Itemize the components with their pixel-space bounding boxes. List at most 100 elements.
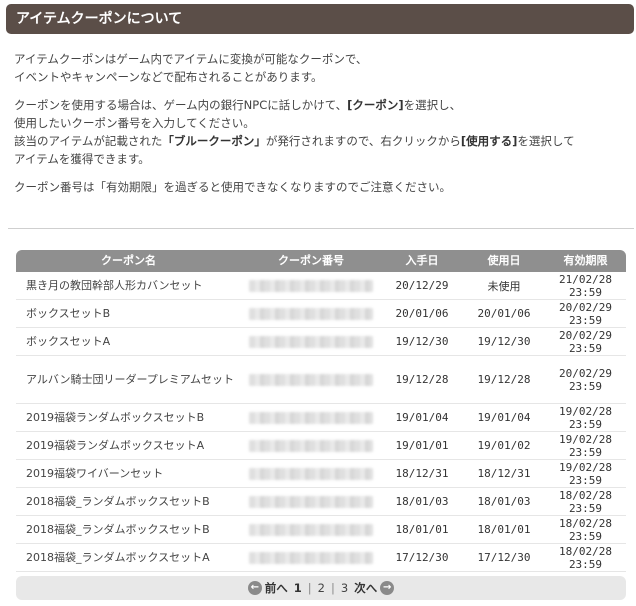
description-paragraph-2: クーポンを使用する場合は、ゲーム内の銀行NPCに話しかけて、[クーポン]を選択し…	[14, 96, 624, 168]
acquired-date-cell: 19/01/04	[395, 411, 449, 424]
description-paragraph-1: アイテムクーポンはゲーム内でアイテムに変換が可能なクーポンで、 イベントやキャン…	[14, 50, 624, 86]
coupon-name-cell: 2018福袋_ランダムボックスセットB	[26, 494, 210, 508]
coupon-number-cell	[241, 495, 381, 508]
page-2-link[interactable]: 2	[318, 581, 325, 595]
coupon-number-cell	[241, 307, 381, 320]
redacted-coupon-number	[249, 467, 373, 480]
table-row: 2019福袋ランダムボックスセットA 19/01/01 19/01/02 19/02/…	[16, 432, 626, 460]
description-text: アイテムを獲得できます。	[14, 152, 150, 166]
page-separator: |	[307, 581, 312, 595]
redacted-coupon-number	[249, 495, 373, 508]
coupon-name-cell: ボックスセットB	[26, 306, 111, 320]
used-date-cell: 19/12/30	[477, 335, 531, 348]
pagination: ← 前へ 1 | 2 | 3 次へ →	[16, 576, 626, 600]
coupon-name-cell: 黒き月の教団幹部人形カバンセット	[26, 278, 203, 292]
used-date-cell: 20/01/06	[477, 307, 531, 320]
redacted-coupon-number	[249, 439, 373, 452]
expiry-cell: 18/02/28 23:59	[559, 516, 612, 543]
acquired-date-cell: 20/12/29	[395, 279, 449, 292]
coupon-number-cell	[241, 335, 381, 348]
acquired-date-cell: 17/12/30	[395, 551, 449, 564]
redacted-coupon-number	[249, 307, 373, 320]
description-text: クーポンを使用する場合は、ゲーム内の銀行NPCに話しかけて、	[14, 98, 348, 112]
acquired-date-cell: 18/12/31	[395, 467, 449, 480]
expiry-cell: 20/02/29 23:59	[559, 328, 612, 355]
coupon-number-cell	[241, 551, 381, 564]
description-text: 該当のアイテムが記載された	[14, 134, 163, 148]
blue-coupon-emphasis: 「ブルークーポン」	[162, 134, 266, 148]
acquired-date-cell: 19/12/30	[395, 335, 449, 348]
page-3-link[interactable]: 3	[341, 581, 348, 595]
table-row: アルバン騎士団リーダープレミアムセット 19/12/28 19/12/28 20/02…	[16, 356, 626, 404]
redacted-coupon-number	[249, 279, 373, 292]
table-row: 2019福袋ランダムボックスセットB 19/01/04 19/01/04 19/02/…	[16, 404, 626, 432]
table-row: ボックスセットA 19/12/30 19/12/30 20/02/29 23:59	[16, 328, 626, 356]
section-title: アイテムクーポンについて	[6, 4, 634, 34]
acquired-date-cell: 19/01/01	[395, 439, 449, 452]
used-date-cell: 17/12/30	[477, 551, 531, 564]
expiry-cell: 19/02/28 23:59	[559, 432, 612, 459]
column-header-coupon-number: クーポン番号	[278, 254, 344, 267]
used-date-cell: 18/01/03	[477, 495, 531, 508]
description-paragraph-3: クーポン番号は「有効期限」を過ぎると使用できなくなりますのでご注意ください。	[14, 180, 451, 194]
description: アイテムクーポンはゲーム内でアイテムに変換が可能なクーポンで、 イベントやキャン…	[14, 50, 624, 206]
column-header-expiry: 有効期限	[563, 254, 608, 267]
divider	[8, 228, 634, 229]
next-page-link[interactable]: 次へ →	[354, 580, 395, 596]
description-text: 使用したいクーポン番号を入力してください。	[14, 116, 255, 130]
use-action-emphasis: [使用する]	[460, 134, 518, 148]
used-date-cell: 18/12/31	[477, 467, 531, 480]
used-date-cell: 19/01/04	[477, 411, 531, 424]
arrow-right-icon: →	[380, 581, 395, 595]
acquired-date-cell: 18/01/01	[395, 523, 449, 536]
description-text: を選択して	[517, 134, 575, 148]
coupon-number-cell	[241, 439, 381, 452]
coupon-name-cell: 2019福袋ランダムボックスセットA	[26, 438, 205, 452]
table-row: 2018福袋_ランダムボックスセットA 17/12/30 17/12/30 18/02…	[16, 544, 626, 572]
coupon-name-cell: 2019福袋ワイバーンセット	[26, 466, 164, 480]
table-body: 黒き月の教団幹部人形カバンセット 20/12/29 未使用 21/02/28 23:5…	[16, 272, 626, 572]
expiry-cell: 20/02/29 23:59	[559, 366, 612, 393]
coupon-name-cell: 2018福袋_ランダムボックスセットB	[26, 522, 210, 536]
description-text: アイテムクーポンはゲーム内でアイテムに変換が可能なクーポンで、	[14, 52, 368, 66]
redacted-coupon-number	[249, 335, 373, 348]
coupon-menu-emphasis: [クーポン]	[347, 98, 404, 112]
description-text: を選択し、	[403, 98, 462, 112]
next-page-label: 次へ	[354, 581, 378, 595]
expiry-cell: 19/02/28 23:59	[559, 404, 612, 431]
redacted-coupon-number	[249, 373, 373, 386]
coupon-table: クーポン名 クーポン番号 入手日 使用日 有効期限 黒き月の教団幹部人形カバンセ…	[16, 250, 626, 572]
prev-page-link[interactable]: ← 前へ	[247, 580, 288, 596]
acquired-date-cell: 20/01/06	[395, 307, 449, 320]
expiry-cell: 21/02/28 23:59	[559, 272, 612, 299]
coupon-number-cell	[241, 411, 381, 424]
table-header: クーポン名 クーポン番号 入手日 使用日 有効期限	[16, 250, 626, 272]
expiry-cell: 19/02/28 23:59	[559, 460, 612, 487]
coupon-name-cell: 2018福袋_ランダムボックスセットA	[26, 550, 210, 564]
page-separator: |	[331, 581, 335, 595]
used-date-cell: 未使用	[487, 279, 521, 293]
redacted-coupon-number	[249, 523, 373, 536]
used-date-cell: 19/12/28	[477, 373, 531, 386]
coupon-number-cell	[241, 523, 381, 536]
coupon-name-cell: 2019福袋ランダムボックスセットB	[26, 410, 205, 424]
expiry-cell: 18/02/28 23:59	[559, 488, 612, 515]
description-text: が発行されますので、右クリックから	[265, 134, 461, 148]
table-row: 2018福袋_ランダムボックスセットB 18/01/01 18/01/01 18/02…	[16, 516, 626, 544]
redacted-coupon-number	[249, 411, 373, 424]
expiry-cell: 18/02/28 23:59	[559, 544, 612, 571]
coupon-number-cell	[241, 373, 381, 386]
table-row: ボックスセットB 20/01/06 20/01/06 20/02/29 23:59	[16, 300, 626, 328]
used-date-cell: 19/01/02	[477, 439, 531, 452]
column-header-acquired-date: 入手日	[405, 254, 439, 267]
page-1: 1	[293, 581, 302, 595]
coupon-number-cell	[241, 279, 381, 292]
coupon-name-cell: ボックスセットA	[26, 334, 111, 348]
table-row: 2018福袋_ランダムボックスセットB 18/01/03 18/01/03 18/02…	[16, 488, 626, 516]
acquired-date-cell: 18/01/03	[395, 495, 449, 508]
coupon-number-cell	[241, 467, 381, 480]
redacted-coupon-number	[249, 551, 373, 564]
arrow-left-icon: ←	[247, 581, 262, 595]
description-text: イベントやキャンペーンなどで配布されることがあります。	[14, 70, 323, 84]
coupon-name-cell: アルバン騎士団リーダープレミアムセット	[26, 372, 235, 386]
